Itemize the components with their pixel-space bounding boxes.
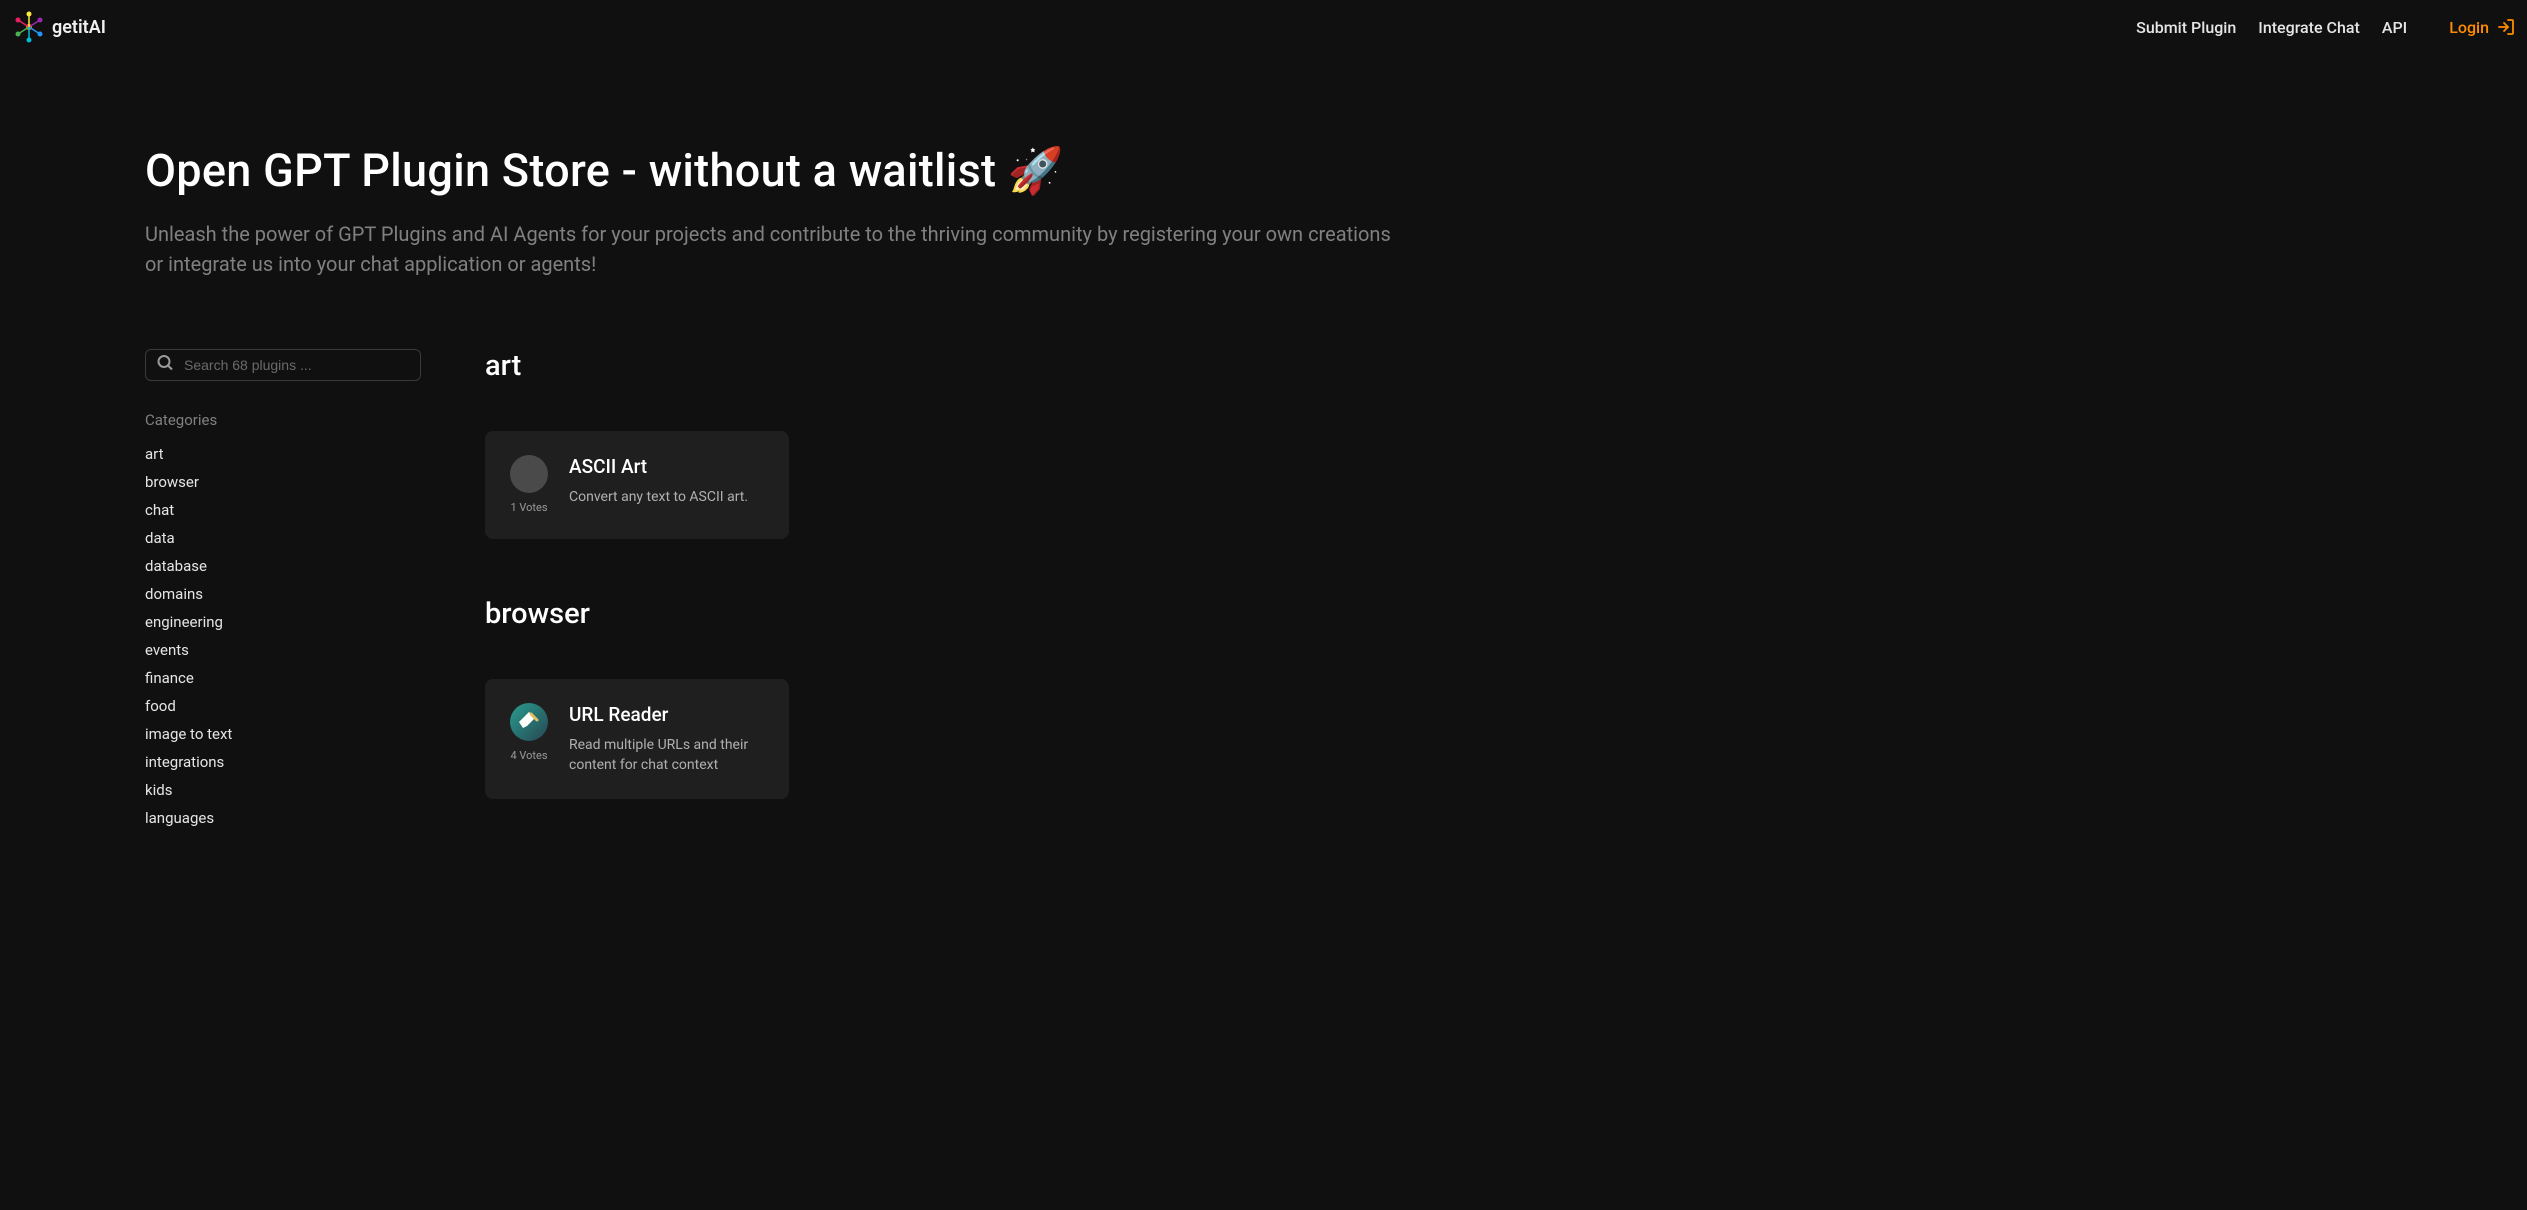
- plugin-card[interactable]: 4 Votes URL Reader Read multiple URLs an…: [485, 679, 789, 799]
- plugin-votes: 4 Votes: [510, 749, 547, 763]
- sidebar-item-image-to-text[interactable]: image to text: [145, 723, 425, 745]
- content-area: Categories art browser chat data databas…: [145, 349, 2387, 847]
- card-left: 1 Votes: [509, 455, 549, 515]
- nav-integrate-chat[interactable]: Integrate Chat: [2258, 18, 2360, 37]
- sidebar-item-database[interactable]: database: [145, 555, 425, 577]
- logo[interactable]: getitAI: [12, 10, 106, 44]
- plugin-name: ASCII Art: [569, 455, 765, 478]
- card-content: URL Reader Read multiple URLs and their …: [569, 703, 765, 775]
- plugin-card[interactable]: 1 Votes ASCII Art Convert any text to AS…: [485, 431, 789, 539]
- nav-links: Submit Plugin Integrate Chat API Login: [2136, 18, 2515, 37]
- category-list: art browser chat data database domains e…: [145, 443, 425, 829]
- page-title: Open GPT Plugin Store - without a waitli…: [145, 144, 2387, 197]
- sidebar-item-finance[interactable]: finance: [145, 667, 425, 689]
- plugin-avatar: [510, 455, 548, 493]
- logo-mark-icon: [12, 10, 46, 44]
- sidebar-item-kids[interactable]: kids: [145, 779, 425, 801]
- search-container: [145, 349, 421, 381]
- plugin-votes: 1 Votes: [510, 501, 547, 515]
- nav-api[interactable]: API: [2382, 18, 2407, 37]
- card-left: 4 Votes: [509, 703, 549, 775]
- plugin-description: Read multiple URLs and their content for…: [569, 736, 765, 775]
- sidebar-item-integrations[interactable]: integrations: [145, 751, 425, 773]
- login-arrow-icon: [2497, 18, 2515, 36]
- logo-text: getitAI: [52, 17, 106, 38]
- search-icon: [157, 355, 174, 376]
- plugin-description: Convert any text to ASCII art.: [569, 488, 765, 508]
- sidebar-item-events[interactable]: events: [145, 639, 425, 661]
- sidebar-item-languages[interactable]: languages: [145, 807, 425, 829]
- sidebar: Categories art browser chat data databas…: [145, 349, 425, 847]
- main-content: Open GPT Plugin Store - without a waitli…: [0, 54, 2527, 847]
- sidebar-item-chat[interactable]: chat: [145, 499, 425, 521]
- login-button[interactable]: Login: [2449, 18, 2515, 37]
- plugin-sections: art 1 Votes ASCII Art Convert any text t…: [485, 349, 2387, 847]
- search-input[interactable]: [145, 349, 421, 381]
- sidebar-item-engineering[interactable]: engineering: [145, 611, 425, 633]
- section-title-art: art: [485, 349, 2387, 383]
- login-label: Login: [2449, 18, 2489, 37]
- plugin-avatar: [510, 703, 548, 741]
- sidebar-item-data[interactable]: data: [145, 527, 425, 549]
- section-title-browser: browser: [485, 597, 2387, 631]
- sidebar-item-browser[interactable]: browser: [145, 471, 425, 493]
- card-content: ASCII Art Convert any text to ASCII art.: [569, 455, 765, 515]
- page-subtitle: Unleash the power of GPT Plugins and AI …: [145, 219, 1395, 279]
- nav-submit-plugin[interactable]: Submit Plugin: [2136, 18, 2236, 37]
- plugin-name: URL Reader: [569, 703, 765, 726]
- sidebar-item-domains[interactable]: domains: [145, 583, 425, 605]
- sidebar-item-food[interactable]: food: [145, 695, 425, 717]
- sidebar-item-art[interactable]: art: [145, 443, 425, 465]
- header: getitAI Submit Plugin Integrate Chat API…: [0, 0, 2527, 54]
- categories-heading: Categories: [145, 411, 425, 429]
